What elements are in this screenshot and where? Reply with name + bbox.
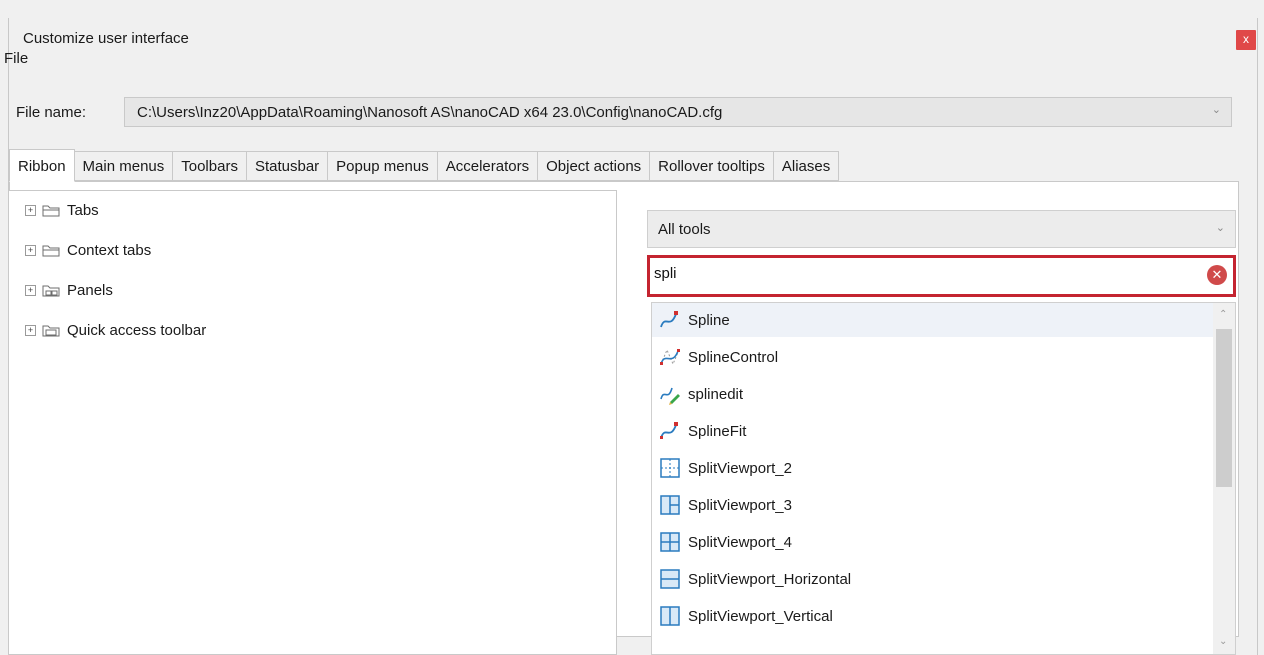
expand-icon[interactable]: + [25,324,36,336]
list-item-label: SplitViewport_2 [688,459,792,477]
window-title: Customize user interface [23,30,189,47]
expand-icon[interactable]: + [25,284,36,296]
split-viewport-vertical-icon [660,606,680,626]
scroll-thumb[interactable] [1216,329,1232,487]
file-name-label: File name: [16,104,87,121]
search-input[interactable] [654,265,1194,282]
list-item-split-viewport-3[interactable]: SplitViewport_3 [652,488,1214,522]
list-item-label: SplitViewport_Horizontal [688,570,852,588]
list-item-label: splinedit [688,385,744,403]
expand-icon[interactable]: + [25,204,36,216]
spline-control-icon [660,348,680,366]
tab-ribbon[interactable]: Ribbon [9,149,75,182]
tools-search-box: ✕ [647,255,1236,297]
list-item-split-viewport-horizontal[interactable]: SplitViewport_Horizontal [652,562,1214,596]
list-item-splinedit[interactable]: splinedit [652,377,1214,411]
list-item-label: SplineFit [688,422,747,440]
list-item-split-viewport-2[interactable]: SplitViewport_2 [652,451,1214,485]
scroll-up-icon[interactable]: ⌃ [1219,309,1227,320]
expand-icon[interactable]: + [25,244,36,256]
tools-list: Spline SplineControl splinedit SplineFit… [651,302,1236,655]
tree-item-tabs[interactable]: + Tabs [25,199,99,221]
folder-qat-icon [42,325,60,337]
split-viewport-4-icon [660,532,680,552]
menu-file[interactable]: File [4,50,28,67]
list-item-spline-fit[interactable]: SplineFit [652,414,1214,448]
folder-panels-icon [42,285,60,297]
list-item-spline[interactable]: Spline [652,303,1214,337]
list-item-split-viewport-4[interactable]: SplitViewport_4 [652,525,1214,559]
tree-item-context-tabs[interactable]: + Context tabs [25,239,151,261]
list-item-label: SplineControl [688,348,779,366]
file-name-value: C:\Users\Inz20\AppData\Roaming\Nanosoft … [137,104,723,121]
split-viewport-3-icon [660,495,680,515]
list-item-split-viewport-vertical[interactable]: SplitViewport_Vertical [652,599,1214,633]
tab-bar: Ribbon Main menus Toolbars Statusbar Pop… [9,149,840,182]
chevron-down-icon: ⌄ [1215,222,1225,234]
tree-item-label: Context tabs [67,241,152,259]
list-scrollbar[interactable]: ⌃ ⌄ [1213,303,1235,654]
list-item-label: SplitViewport_4 [688,533,792,551]
tools-filter-combo[interactable]: All tools ⌄ [647,210,1236,248]
tree-item-label: Tabs [67,201,99,219]
scroll-down-icon[interactable]: ⌄ [1219,636,1227,647]
list-item-label: SplitViewport_Vertical [688,607,833,625]
spline-fit-icon [660,422,678,439]
file-name-combo[interactable]: C:\Users\Inz20\AppData\Roaming\Nanosoft … [124,97,1232,127]
tab-accelerators[interactable]: Accelerators [437,151,539,181]
tree-item-quick-access-toolbar[interactable]: + Quick access toolbar [25,319,206,341]
tree-item-panels[interactable]: + Panels [25,279,113,301]
tab-aliases[interactable]: Aliases [773,151,840,181]
tab-rollover-tooltips[interactable]: Rollover tooltips [650,151,774,181]
list-item-label: SplitViewport_3 [688,496,792,514]
split-viewport-horizontal-icon [660,569,680,589]
tab-statusbar[interactable]: Statusbar [246,151,329,181]
close-button[interactable]: x [1236,30,1256,50]
split-viewport-2-icon [660,458,680,478]
tab-toolbars[interactable]: Toolbars [173,151,247,181]
list-item-label: Spline [688,311,730,329]
tools-filter-value: All tools [658,221,711,238]
tab-popup-menus[interactable]: Popup menus [328,151,438,181]
tab-object-actions[interactable]: Object actions [538,151,651,181]
folder-tabs-icon [42,205,60,217]
folder-context-tabs-icon [42,245,60,257]
chevron-down-icon: ⌄ [1211,104,1221,116]
tree-item-label: Panels [67,281,113,299]
spline-icon [660,311,678,328]
list-item-spline-control[interactable]: SplineControl [652,340,1214,374]
splinedit-icon [660,387,680,405]
clear-search-icon[interactable]: ✕ [1207,265,1227,285]
ribbon-tree: + Tabs + Context tabs + Panels + Quick a… [8,190,617,655]
tab-main-menus[interactable]: Main menus [74,151,174,181]
title-bar: Customize user interface x [9,18,1257,58]
tree-item-label: Quick access toolbar [67,321,207,339]
